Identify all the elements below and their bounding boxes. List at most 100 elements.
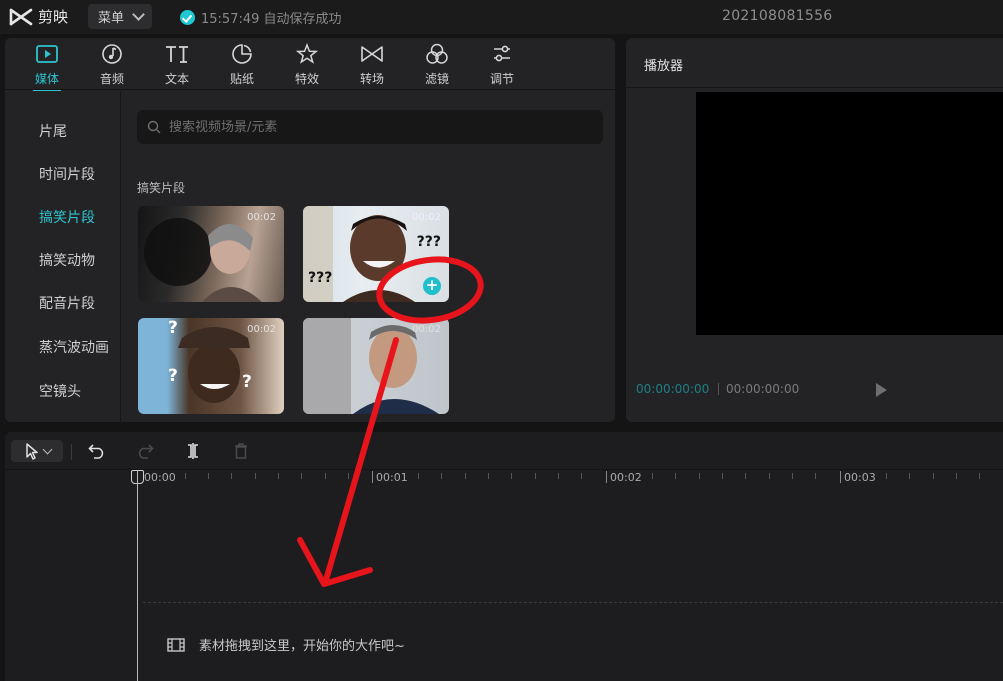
cursor-icon bbox=[25, 443, 38, 460]
add-to-track-button[interactable]: + bbox=[423, 277, 441, 295]
trash-icon bbox=[235, 443, 247, 459]
project-name: 202108081556 bbox=[722, 8, 833, 24]
ruler-tick bbox=[441, 473, 442, 479]
chevron-down-icon bbox=[132, 8, 145, 21]
clip-thumbnail[interactable]: 00:02 ? ? ? bbox=[138, 318, 284, 414]
tab-filter[interactable]: 滤镜 bbox=[409, 42, 465, 88]
ruler-tick bbox=[278, 473, 279, 479]
ruler-tick bbox=[792, 473, 793, 479]
ruler-tick bbox=[933, 473, 934, 479]
section-title: 搞笑片段 bbox=[137, 181, 186, 195]
clip-caption: ??? bbox=[308, 270, 333, 286]
player-preview bbox=[696, 92, 1003, 335]
clip-duration: 00:02 bbox=[412, 212, 441, 223]
tab-text[interactable]: 文本 bbox=[149, 42, 205, 88]
ruler-tick bbox=[255, 473, 256, 479]
ruler-tick bbox=[558, 473, 559, 479]
ruler-major-tick bbox=[606, 471, 607, 483]
undo-button[interactable] bbox=[85, 440, 109, 462]
ruler-tick bbox=[581, 473, 582, 479]
ruler-tick bbox=[956, 473, 957, 479]
category-item-funny-animals[interactable]: 搞笑动物 bbox=[39, 250, 95, 270]
play-icon[interactable] bbox=[876, 383, 887, 397]
clip-caption: ??? bbox=[416, 234, 441, 250]
category-item-empty-shots[interactable]: 空镜头 bbox=[39, 381, 81, 401]
ruler-tick bbox=[511, 473, 512, 479]
divider bbox=[626, 87, 1003, 88]
ruler-major-tick bbox=[840, 471, 841, 483]
material-content: 搞笑片段 00:02 00:02 ??? ??? + bbox=[122, 91, 615, 422]
ruler-tick bbox=[909, 473, 910, 479]
tab-sticker[interactable]: 贴纸 bbox=[214, 42, 270, 88]
sticker-icon bbox=[229, 42, 255, 66]
ruler-tick bbox=[418, 473, 419, 479]
ruler-tick bbox=[208, 473, 209, 479]
search-box[interactable] bbox=[137, 110, 603, 144]
total-time: 00:00:00:00 bbox=[726, 382, 800, 396]
current-time: 00:00:00:00 bbox=[636, 382, 710, 396]
tab-adjust[interactable]: 调节 bbox=[474, 42, 530, 88]
menu-button[interactable]: 菜单 bbox=[88, 4, 152, 29]
filter-icon bbox=[424, 42, 450, 66]
adjust-icon bbox=[489, 42, 515, 66]
category-item-time-clips[interactable]: 时间片段 bbox=[39, 164, 95, 184]
ruler-label: 00:03 bbox=[844, 471, 876, 484]
undo-icon bbox=[88, 444, 104, 459]
delete-button[interactable] bbox=[229, 440, 253, 462]
clip-duration: 00:02 bbox=[247, 324, 276, 335]
ruler-label: 00:02 bbox=[610, 471, 642, 484]
category-item-ending[interactable]: 片尾 bbox=[39, 121, 67, 141]
ruler-tick bbox=[886, 473, 887, 479]
clip-thumbnail[interactable]: 00:02 bbox=[138, 206, 284, 302]
check-circle-icon bbox=[180, 10, 195, 25]
clip-caption: ? bbox=[242, 372, 252, 392]
ruler-tick bbox=[675, 473, 676, 479]
category-list: 片尾 时间片段 搞笑片段 搞笑动物 配音片段 蒸汽波动画 空镜头 bbox=[5, 91, 121, 422]
search-input[interactable] bbox=[169, 119, 589, 135]
category-item-vaporwave[interactable]: 蒸汽波动画 bbox=[39, 337, 109, 357]
ruler-tick bbox=[769, 473, 770, 479]
select-tool-button[interactable] bbox=[11, 440, 63, 462]
media-icon bbox=[34, 42, 60, 66]
main-track-guide bbox=[143, 602, 1003, 603]
ruler-tick bbox=[231, 473, 232, 479]
ruler-tick bbox=[488, 473, 489, 479]
split-button[interactable] bbox=[181, 440, 205, 462]
playhead[interactable] bbox=[137, 470, 138, 681]
tab-transition[interactable]: 转场 bbox=[344, 42, 400, 88]
autosave-text: 15:57:49 自动保存成功 bbox=[201, 12, 342, 27]
time-ruler[interactable]: 00:00 00:01 00:02 00:03 bbox=[5, 470, 1003, 486]
tab-label: 特效 bbox=[294, 72, 319, 86]
ruler-major-tick bbox=[372, 471, 373, 483]
text-icon bbox=[164, 42, 190, 66]
ruler-tick bbox=[535, 473, 536, 479]
clip-thumbnail[interactable]: 00:02 ??? ??? + bbox=[303, 206, 449, 302]
drop-zone-hint[interactable]: 素材拖拽到这里，开始你的大作吧~ bbox=[167, 635, 405, 654]
category-item-voiceover-clips[interactable]: 配音片段 bbox=[39, 293, 95, 313]
tab-media[interactable]: 媒体 bbox=[19, 42, 75, 92]
autosave-status: 15:57:49 自动保存成功 bbox=[180, 8, 342, 27]
media-panel: 媒体 音频 文本 贴纸 特效 转场 滤镜 调节 片尾 时间片段 搞笑片段 搞笑动… bbox=[5, 38, 615, 422]
clip-thumbnail[interactable]: 00:02 bbox=[303, 318, 449, 414]
tab-label: 贴纸 bbox=[229, 72, 254, 86]
tab-audio[interactable]: 音频 bbox=[84, 42, 140, 88]
redo-button[interactable] bbox=[133, 440, 157, 462]
ruler-label: 00:01 bbox=[376, 471, 408, 484]
film-icon bbox=[167, 637, 185, 652]
ruler-tick bbox=[301, 473, 302, 479]
clip-duration: 00:02 bbox=[247, 212, 276, 223]
divider bbox=[71, 444, 72, 460]
resource-toolbar: 媒体 音频 文本 贴纸 特效 转场 滤镜 调节 bbox=[5, 38, 615, 92]
player-title: 播放器 bbox=[644, 59, 684, 74]
ruler-tick bbox=[652, 473, 653, 479]
ruler-tick bbox=[745, 473, 746, 479]
clip-caption: ? bbox=[168, 318, 178, 338]
category-item-funny-clips[interactable]: 搞笑片段 bbox=[39, 207, 95, 227]
title-bar: 剪映 菜单 15:57:49 自动保存成功 202108081556 bbox=[0, 0, 1003, 34]
tab-label: 音频 bbox=[99, 72, 124, 86]
tab-label: 调节 bbox=[489, 72, 514, 86]
ruler-tick bbox=[325, 473, 326, 479]
timeline-toolbar bbox=[5, 432, 1003, 470]
menu-label: 菜单 bbox=[98, 11, 125, 26]
tab-effects[interactable]: 特效 bbox=[279, 42, 335, 88]
